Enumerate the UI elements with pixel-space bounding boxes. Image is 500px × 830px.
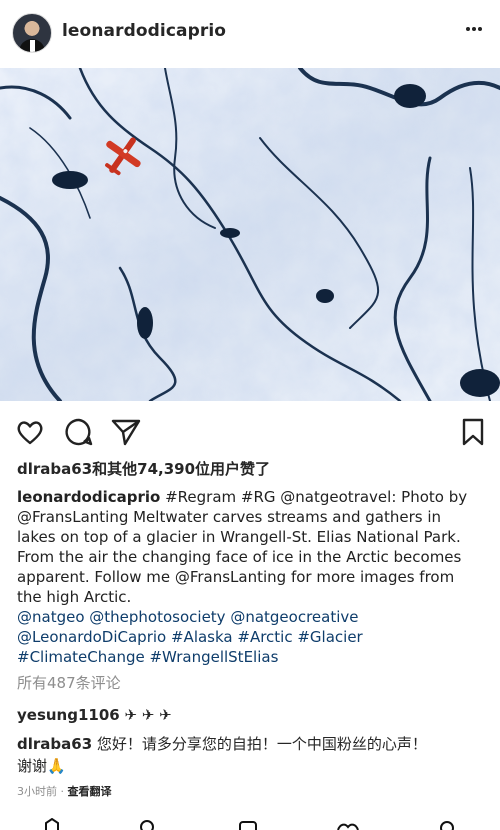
post-header: leonardodicaprio [0,0,500,66]
comment-item: dlraba63 您好！请多分享您的自拍！一个中国粉丝的心声！ 谢谢🙏 [17,733,487,777]
comment-username[interactable]: dlraba63 [17,735,92,753]
comment-text: 谢谢🙏 [17,757,66,775]
caption-line: the high Arctic. [17,588,132,606]
see-translation-link[interactable]: 查看翻译 [68,785,112,798]
likes-count[interactable]: dlraba63和其他74,390位用户赞了 [17,458,270,479]
caption-line: #Regram #RG @natgeotravel: Photo by [160,488,468,506]
caption-line: lakes on top of a glacier in Wrangell-St… [17,528,461,546]
separator: · [57,785,68,798]
bottom-nav-bar [45,818,454,830]
time-ago: 3小时前 [17,785,57,798]
search-icon [140,820,154,830]
comment-username[interactable]: yesung1106 [17,706,120,724]
post-timestamp: 3小时前 · 查看翻译 [17,783,112,799]
add-post-icon [239,821,257,830]
post-username[interactable]: leonardodicaprio [62,21,226,41]
more-options-icon[interactable] [464,27,484,39]
caption-line: From the air the changing face of ice in… [17,548,462,566]
activity-heart-icon [337,823,359,830]
caption-line: @FransLanting Meltwater carves streams a… [17,508,442,526]
comment-item: yesung1106 ✈ ✈ ✈ [17,704,487,726]
action-bar [0,410,500,450]
caption-line: apparent. Follow me @FransLanting for mo… [17,568,455,586]
heart-icon[interactable] [14,416,46,448]
caption-hashtags[interactable]: @LeonardoDiCaprio #Alaska #Arctic #Glaci… [17,627,485,647]
bookmark-icon[interactable] [457,416,489,448]
caption-username[interactable]: leonardodicaprio [17,488,160,506]
post-caption: leonardodicaprio #Regram #RG @natgeotrav… [17,487,485,667]
post-image[interactable] [0,68,500,401]
comment-bubble-icon[interactable] [63,416,95,448]
comment-text: ✈ ✈ ✈ [119,706,172,724]
comment-text: 您好！请多分享您的自拍！一个中国粉丝的心声！ [92,735,427,753]
profile-icon [440,821,454,830]
view-all-comments-link[interactable]: 所有487条评论 [17,672,121,693]
caption-mentions[interactable]: @natgeo @thephotosociety @natgeocreative [17,607,485,627]
paper-plane-icon[interactable] [110,416,142,448]
profile-avatar[interactable] [12,13,52,53]
home-icon [45,818,59,830]
caption-hashtags[interactable]: #ClimateChange #WrangellStElias [17,647,485,667]
